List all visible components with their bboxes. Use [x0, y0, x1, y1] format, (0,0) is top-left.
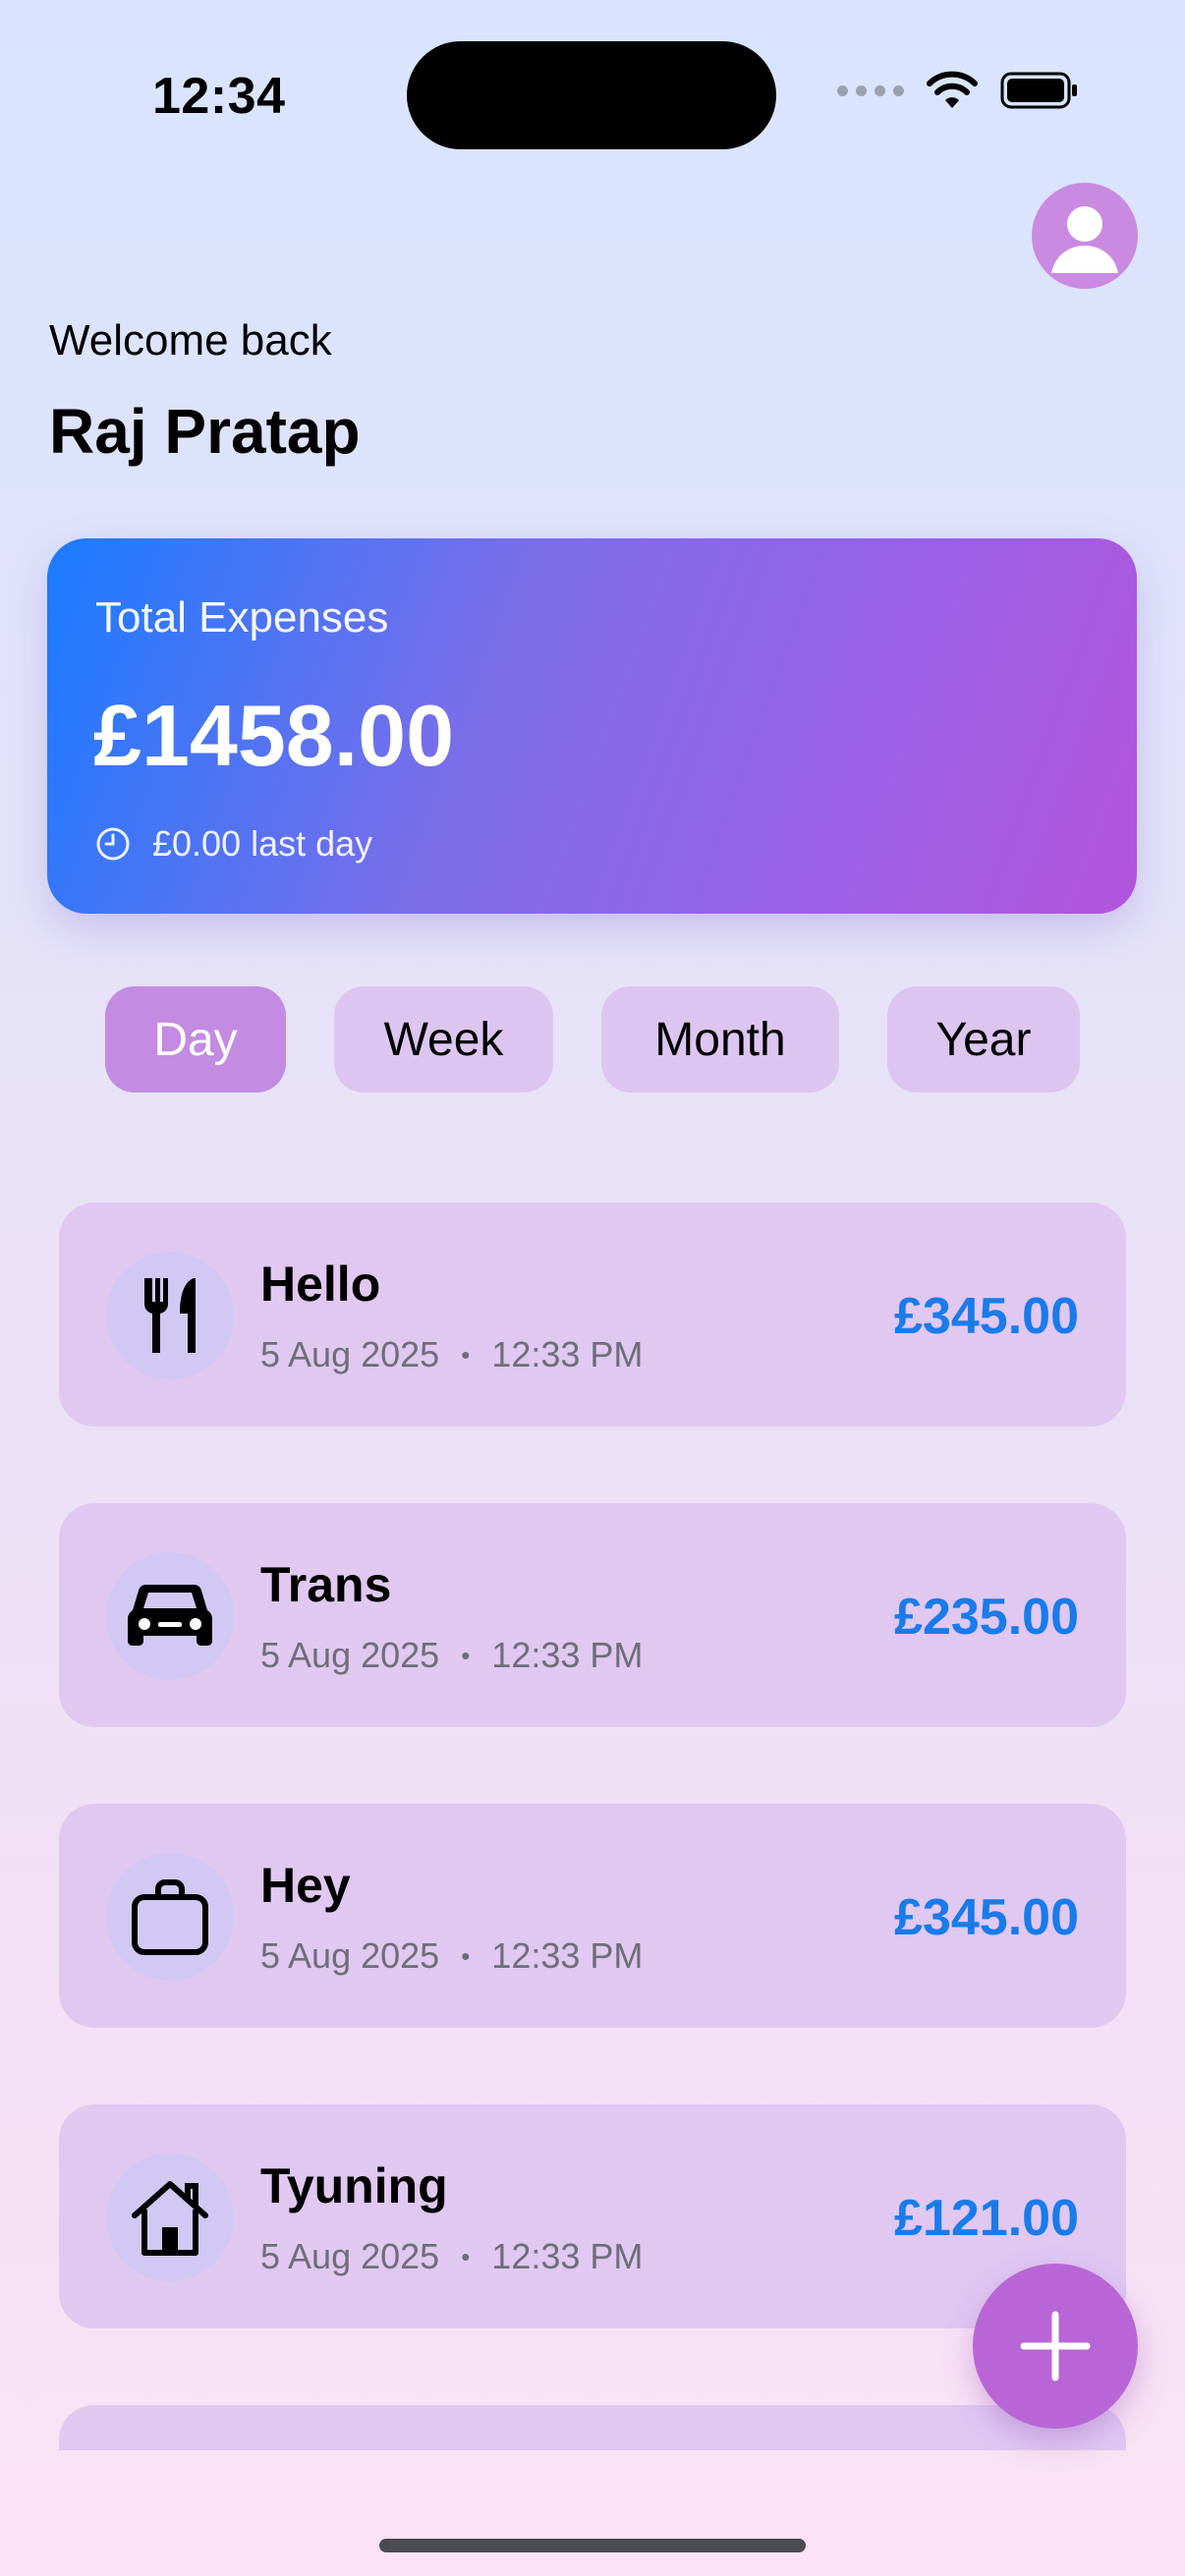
transaction-title: Tyuning	[260, 2158, 448, 2213]
transaction-time: 12:33 PM	[491, 1635, 644, 1675]
transaction-date: 5 Aug 2025	[260, 1635, 440, 1675]
transaction-item[interactable]: Tyuning 5 Aug 2025 • 12:33 PM £121.00	[59, 2104, 1126, 2328]
clock-icon	[96, 827, 130, 861]
transaction-amount: £345.00	[894, 1288, 1079, 1345]
transaction-icon-badge	[106, 1853, 234, 1981]
transaction-item[interactable]: Hello 5 Aug 2025 • 12:33 PM £345.00	[59, 1203, 1126, 1427]
filter-year-button[interactable]: Year	[887, 986, 1080, 1092]
separator-dot: •	[461, 1339, 471, 1370]
cellular-signal-icon	[837, 84, 904, 96]
dynamic-island	[407, 41, 776, 149]
separator-dot: •	[461, 1940, 471, 1971]
transaction-title: Hey	[260, 1858, 351, 1913]
welcome-text: Welcome back	[49, 316, 332, 364]
plus-icon	[1020, 2311, 1091, 2381]
total-expenses-card: Total Expenses £1458.00 £0.00 last day	[47, 538, 1137, 914]
last-day-summary: £0.00 last day	[95, 823, 372, 865]
profile-avatar-button[interactable]	[1032, 183, 1138, 289]
transaction-amount: £235.00	[894, 1589, 1079, 1646]
transaction-amount: £345.00	[894, 1889, 1079, 1946]
battery-icon	[1000, 72, 1077, 109]
filter-week-button[interactable]: Week	[334, 986, 553, 1092]
fork-knife-icon	[144, 1278, 196, 1353]
home-indicator[interactable]	[379, 2539, 806, 2552]
status-icons	[837, 71, 1079, 110]
transaction-meta: 5 Aug 2025 • 12:33 PM	[260, 1635, 643, 1676]
transaction-time: 12:33 PM	[491, 1935, 644, 1976]
status-time: 12:34	[152, 68, 286, 125]
total-expenses-amount: £1458.00	[93, 687, 455, 784]
transaction-title: Trans	[260, 1557, 392, 1612]
transaction-icon-badge	[106, 2154, 234, 2281]
transaction-time: 12:33 PM	[491, 1334, 644, 1374]
person-icon	[1051, 206, 1118, 273]
transaction-amount: £121.00	[894, 2190, 1079, 2247]
transaction-item-partial[interactable]	[59, 2405, 1126, 2450]
separator-dot: •	[461, 1640, 471, 1670]
wifi-icon	[927, 71, 978, 108]
add-expense-button[interactable]	[973, 2264, 1138, 2429]
transaction-date: 5 Aug 2025	[260, 1334, 440, 1374]
transaction-date: 5 Aug 2025	[260, 2236, 440, 2276]
bag-icon	[132, 1879, 208, 1955]
transaction-meta: 5 Aug 2025 • 12:33 PM	[260, 1334, 643, 1375]
transaction-title: Hello	[260, 1257, 381, 1312]
transaction-icon-badge	[106, 1252, 234, 1379]
car-icon	[128, 1585, 212, 1646]
user-name: Raj Pratap	[49, 396, 361, 467]
transaction-icon-badge	[106, 1552, 234, 1680]
transaction-time: 12:33 PM	[491, 2236, 644, 2276]
filter-day-button[interactable]: Day	[105, 986, 286, 1092]
filter-month-button[interactable]: Month	[601, 986, 839, 1092]
transaction-item[interactable]: Trans 5 Aug 2025 • 12:33 PM £235.00	[59, 1503, 1126, 1727]
transaction-meta: 5 Aug 2025 • 12:33 PM	[260, 1935, 643, 1977]
total-expenses-label: Total Expenses	[95, 593, 389, 642]
transaction-item[interactable]: Hey 5 Aug 2025 • 12:33 PM £345.00	[59, 1804, 1126, 2028]
separator-dot: •	[461, 2241, 471, 2271]
transaction-meta: 5 Aug 2025 • 12:33 PM	[260, 2236, 643, 2277]
last-day-text: £0.00 last day	[152, 823, 373, 864]
house-icon	[132, 2181, 208, 2256]
transaction-date: 5 Aug 2025	[260, 1935, 440, 1976]
